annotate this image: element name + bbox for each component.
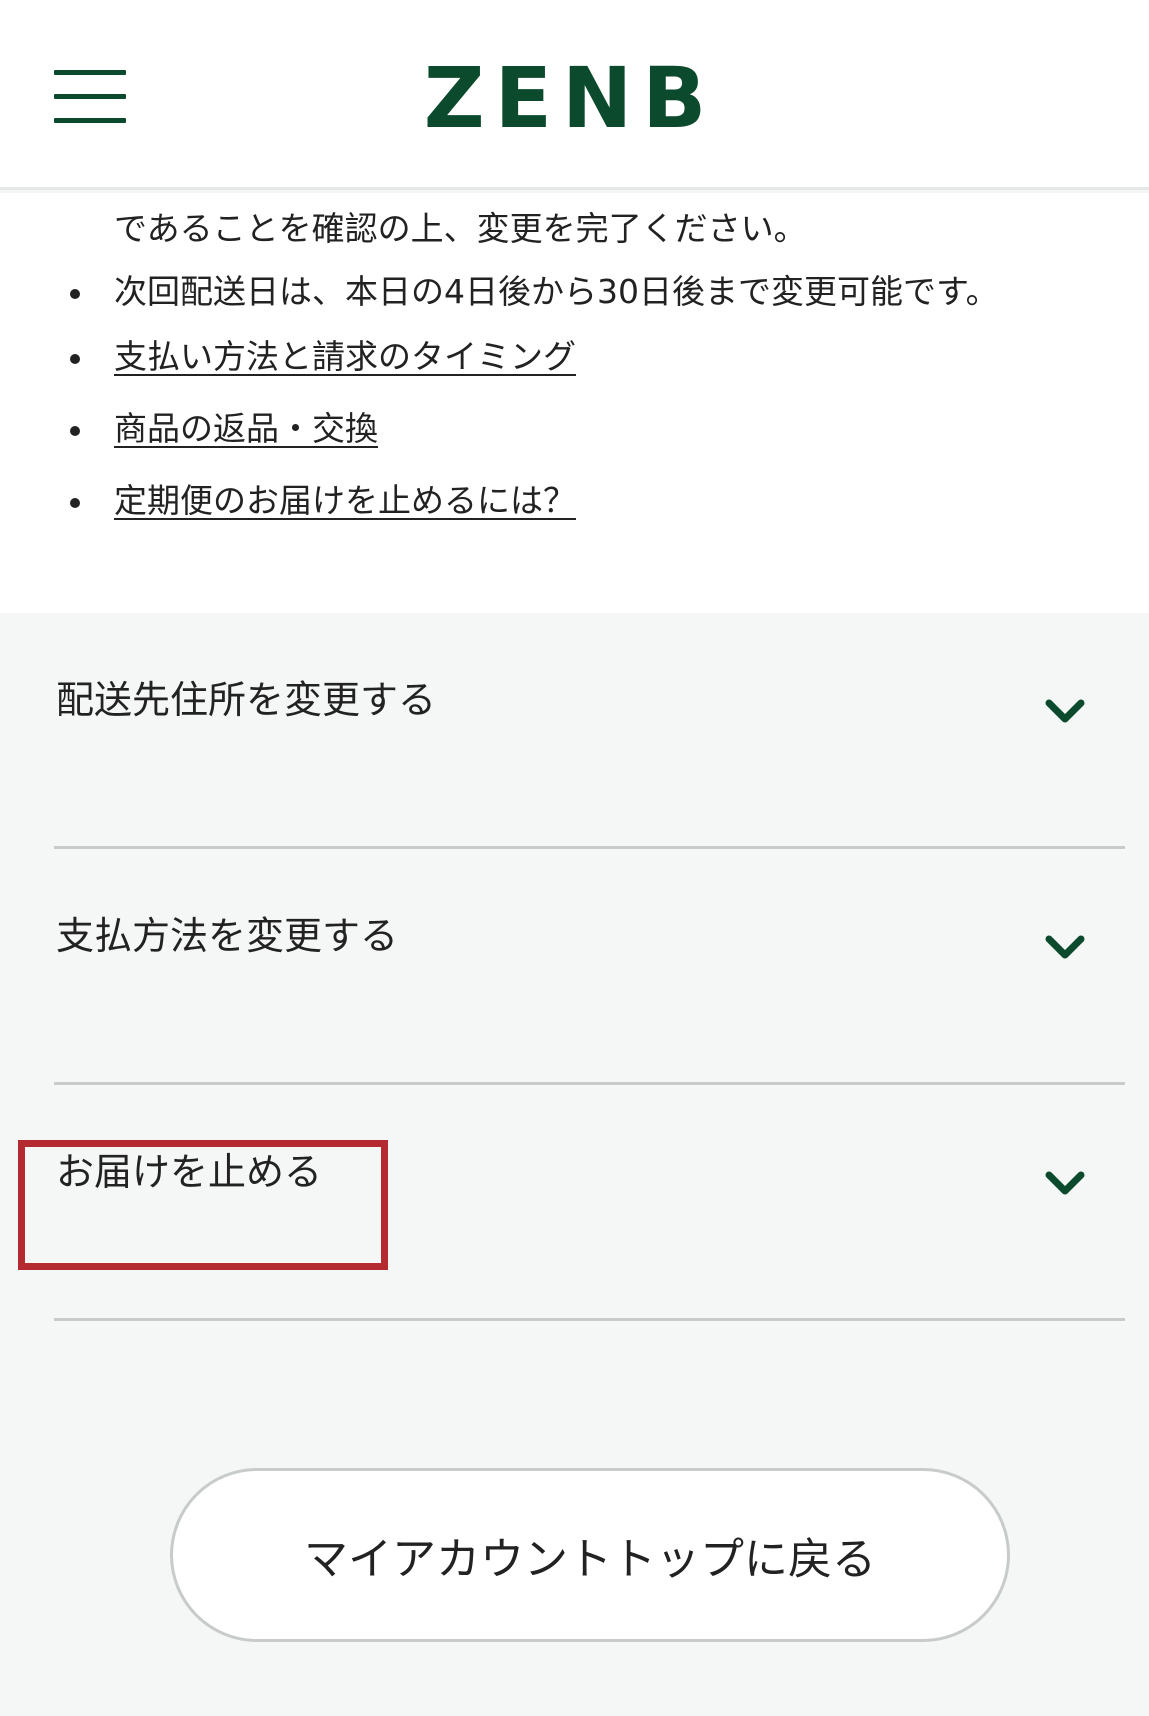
payment-timing-link[interactable]: 支払い方法と請求のタイミング [114, 332, 576, 382]
accordion-change-address[interactable]: 配送先住所を変更する [54, 613, 1125, 849]
hamburger-menu-icon[interactable] [54, 70, 126, 126]
accordion-label: 支払方法を変更する [56, 914, 399, 958]
bullet-icon [70, 354, 80, 364]
bullet-icon [70, 289, 80, 299]
info-section: であることを確認の上、変更を完了ください。 次回配送日は、本日の4日後から30日… [0, 193, 1149, 613]
bullet-icon [70, 426, 80, 436]
site-header: ZENB [0, 0, 1149, 190]
chevron-down-icon [1045, 699, 1085, 723]
stop-subscription-help-link[interactable]: 定期便のお届けを止めるには？ [114, 476, 576, 526]
returns-exchange-link[interactable]: 商品の返品・交換 [114, 404, 378, 454]
bullet-icon [70, 498, 80, 508]
info-delivery-date-note: 次回配送日は、本日の4日後から30日後まで変更可能です。 [114, 272, 999, 311]
info-continued-text: であることを確認の上、変更を完了ください。 [114, 209, 807, 248]
chevron-down-icon [1045, 1171, 1085, 1195]
brand-logo[interactable]: ZENB [400, 48, 740, 148]
accordion-label: 配送先住所を変更する [56, 678, 437, 722]
chevron-down-icon [1045, 935, 1085, 959]
page: ZENB であることを確認の上、変更を完了ください。 次回配送日は、本日の4日後… [0, 0, 1149, 1716]
back-to-account-button[interactable]: マイアカウントトップに戻る [170, 1468, 1010, 1642]
accordion-stop-delivery[interactable]: お届けを止める [54, 1085, 1125, 1321]
accordion-change-payment[interactable]: 支払方法を変更する [54, 849, 1125, 1085]
accordion-label: お届けを止める [56, 1150, 323, 1194]
